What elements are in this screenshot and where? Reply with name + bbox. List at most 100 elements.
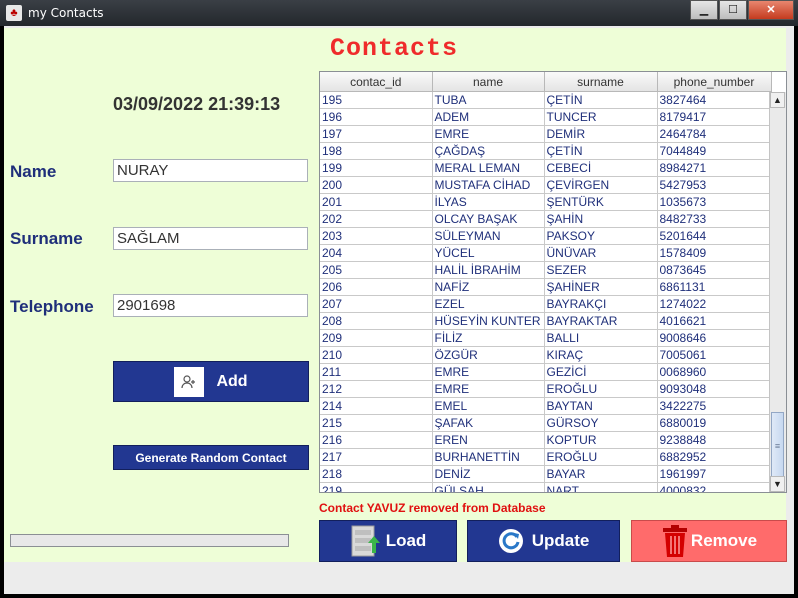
cell-id[interactable]: 195 (320, 91, 433, 109)
table-row[interactable]: 203 SÜLEYMAN PAKSOY 5201644 (320, 227, 772, 245)
cell-surname[interactable]: ÇETİN (544, 142, 658, 160)
cell-surname[interactable]: EROĞLU (544, 380, 658, 398)
cell-surname[interactable]: ŞAHİNER (544, 278, 658, 296)
column-header[interactable]: name (432, 72, 545, 92)
table-row[interactable]: 197 EMRE DEMİR 2464784 (320, 125, 772, 143)
cell-name[interactable]: EMRE (432, 363, 545, 381)
cell-name[interactable]: EMEL (432, 397, 545, 415)
cell-id[interactable]: 212 (320, 380, 433, 398)
column-header[interactable]: surname (544, 72, 658, 92)
table-row[interactable]: 196 ADEM TUNCER 8179417 (320, 108, 772, 126)
cell-surname[interactable]: DEMİR (544, 125, 658, 143)
table-row[interactable]: 198 ÇAĞDAŞ ÇETİN 7044849 (320, 142, 772, 160)
column-header[interactable]: phone_number (657, 72, 772, 92)
remove-button[interactable]: Remove (631, 520, 787, 562)
cell-surname[interactable]: GEZİCİ (544, 363, 658, 381)
cell-id[interactable]: 217 (320, 448, 433, 466)
cell-name[interactable]: FİLİZ (432, 329, 545, 347)
cell-name[interactable]: ŞAFAK (432, 414, 545, 432)
cell-phone[interactable]: 6861131 (657, 278, 772, 296)
table-row[interactable]: 202 OLCAY BAŞAK ŞAHİN 8482733 (320, 210, 772, 228)
cell-id[interactable]: 198 (320, 142, 433, 160)
table-row[interactable]: 212 EMRE EROĞLU 9093048 (320, 380, 772, 398)
cell-name[interactable]: HALİL İBRAHİM (432, 261, 545, 279)
scroll-thumb[interactable]: ≡ (771, 412, 784, 480)
table-row[interactable]: 205 HALİL İBRAHİM SEZER 0873645 (320, 261, 772, 279)
update-button[interactable]: Update (467, 520, 620, 562)
table-row[interactable]: 219 GÜLŞAH NART 4000832 (320, 482, 772, 492)
table-row[interactable]: 200 MUSTAFA CİHAD ÇEVİRGEN 5427953 (320, 176, 772, 194)
cell-id[interactable]: 218 (320, 465, 433, 483)
column-header[interactable]: contac_id (320, 72, 433, 92)
cell-id[interactable]: 204 (320, 244, 433, 262)
table-row[interactable]: 195 TUBA ÇETİN 3827464 (320, 91, 772, 109)
cell-name[interactable]: ÇAĞDAŞ (432, 142, 545, 160)
table-row[interactable]: 204 YÜCEL ÜNÜVAR 1578409 (320, 244, 772, 262)
cell-phone[interactable]: 1578409 (657, 244, 772, 262)
cell-id[interactable]: 206 (320, 278, 433, 296)
table-row[interactable]: 214 EMEL BAYTAN 3422275 (320, 397, 772, 415)
cell-surname[interactable]: KOPTUR (544, 431, 658, 449)
cell-id[interactable]: 196 (320, 108, 433, 126)
cell-surname[interactable]: PAKSOY (544, 227, 658, 245)
cell-id[interactable]: 199 (320, 159, 433, 177)
cell-phone[interactable]: 8482733 (657, 210, 772, 228)
cell-phone[interactable]: 7044849 (657, 142, 772, 160)
telephone-field[interactable] (113, 294, 308, 317)
cell-name[interactable]: NAFİZ (432, 278, 545, 296)
cell-id[interactable]: 205 (320, 261, 433, 279)
cell-name[interactable]: BURHANETTİN (432, 448, 545, 466)
cell-phone[interactable]: 5201644 (657, 227, 772, 245)
cell-id[interactable]: 214 (320, 397, 433, 415)
table-scrollbar[interactable]: ▲ ≡ ▼ (769, 92, 786, 492)
cell-id[interactable]: 211 (320, 363, 433, 381)
cell-id[interactable]: 197 (320, 125, 433, 143)
cell-phone[interactable]: 0873645 (657, 261, 772, 279)
cell-phone[interactable]: 3827464 (657, 91, 772, 109)
table-row[interactable]: 208 HÜSEYİN KUNTER BAYRAKTAR 4016621 (320, 312, 772, 330)
cell-phone[interactable]: 2464784 (657, 125, 772, 143)
cell-surname[interactable]: EROĞLU (544, 448, 658, 466)
cell-phone[interactable]: 8984271 (657, 159, 772, 177)
cell-id[interactable]: 209 (320, 329, 433, 347)
cell-surname[interactable]: ŞENTÜRK (544, 193, 658, 211)
cell-phone[interactable]: 5427953 (657, 176, 772, 194)
cell-phone[interactable]: 8179417 (657, 108, 772, 126)
cell-name[interactable]: MERAL LEMAN (432, 159, 545, 177)
cell-surname[interactable]: SEZER (544, 261, 658, 279)
cell-surname[interactable]: ŞAHİN (544, 210, 658, 228)
cell-name[interactable]: HÜSEYİN KUNTER (432, 312, 545, 330)
cell-surname[interactable]: KIRAÇ (544, 346, 658, 364)
cell-id[interactable]: 201 (320, 193, 433, 211)
cell-surname[interactable]: ÜNÜVAR (544, 244, 658, 262)
load-button[interactable]: Load (319, 520, 457, 562)
cell-phone[interactable]: 0068960 (657, 363, 772, 381)
minimize-button[interactable]: ▁ (690, 0, 718, 20)
cell-id[interactable]: 208 (320, 312, 433, 330)
table-row[interactable]: 199 MERAL LEMAN CEBECİ 8984271 (320, 159, 772, 177)
table-row[interactable]: 206 NAFİZ ŞAHİNER 6861131 (320, 278, 772, 296)
table-row[interactable]: 217 BURHANETTİN EROĞLU 6882952 (320, 448, 772, 466)
cell-id[interactable]: 200 (320, 176, 433, 194)
generate-random-contact-button[interactable]: Generate Random Contact (113, 445, 309, 470)
table-row[interactable]: 218 DENİZ BAYAR 1961997 (320, 465, 772, 483)
cell-phone[interactable]: 7005061 (657, 346, 772, 364)
cell-phone[interactable]: 4000832 (657, 482, 772, 492)
cell-name[interactable]: EMRE (432, 380, 545, 398)
cell-surname[interactable]: GÜRSOY (544, 414, 658, 432)
cell-id[interactable]: 203 (320, 227, 433, 245)
cell-name[interactable]: ADEM (432, 108, 545, 126)
name-field[interactable] (113, 159, 308, 182)
cell-id[interactable]: 207 (320, 295, 433, 313)
cell-phone[interactable]: 9008646 (657, 329, 772, 347)
cell-name[interactable]: GÜLŞAH (432, 482, 545, 492)
cell-id[interactable]: 215 (320, 414, 433, 432)
cell-phone[interactable]: 1035673 (657, 193, 772, 211)
table-row[interactable]: 215 ŞAFAK GÜRSOY 6880019 (320, 414, 772, 432)
cell-id[interactable]: 202 (320, 210, 433, 228)
cell-phone[interactable]: 9093048 (657, 380, 772, 398)
cell-surname[interactable]: BALLI (544, 329, 658, 347)
cell-name[interactable]: TUBA (432, 91, 545, 109)
cell-name[interactable]: ÖZGÜR (432, 346, 545, 364)
cell-surname[interactable]: CEBECİ (544, 159, 658, 177)
